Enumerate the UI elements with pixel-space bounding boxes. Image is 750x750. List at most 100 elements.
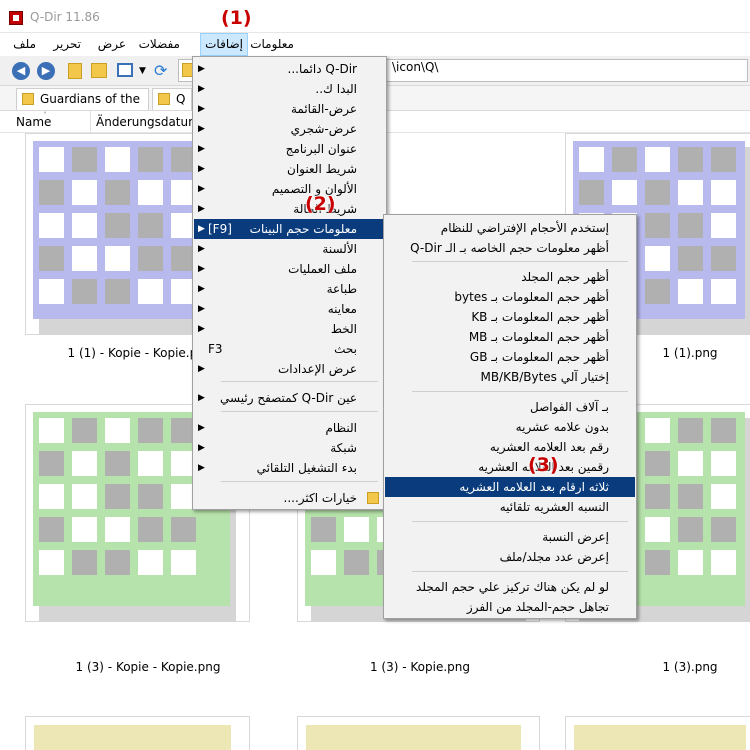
- data-size-menu-item[interactable]: أظهر حجم المعلومات بـ GB: [385, 347, 635, 367]
- menu-item-label: الخط: [330, 322, 357, 336]
- forward-arrow-icon[interactable]: ▶: [37, 62, 55, 80]
- extras-menu-item[interactable]: الألوان و التصميم ▶: [194, 179, 385, 199]
- extras-menu-item[interactable]: عين Q-Dir كمتصفح رئيسي ▶: [194, 388, 385, 408]
- data-size-menu-item[interactable]: تجاهل حجم-المجلد من الفرز: [385, 597, 635, 617]
- data-size-menu-item[interactable]: بدون علامه عشريه: [385, 417, 635, 437]
- thumbnail-cell: [711, 484, 736, 509]
- extras-menu-item[interactable]: النظام ▶: [194, 418, 385, 438]
- menu-edit[interactable]: تحرير: [49, 33, 85, 56]
- thumbnail-image: [574, 725, 746, 750]
- data-size-menu-item[interactable]: إعرض النسبة: [385, 527, 635, 547]
- extras-menu-item[interactable]: البدا ك.. ▶: [194, 79, 385, 99]
- thumbnail-cell: [39, 550, 64, 575]
- data-size-menu-item[interactable]: النسبه العشريه تلقائيه: [385, 497, 635, 517]
- thumbnail-cell: [678, 147, 703, 172]
- extras-menu-item[interactable]: عرض-شجري ▶: [194, 119, 385, 139]
- tab-guardians[interactable]: Guardians of the ...: [16, 88, 149, 126]
- up-folder-icon[interactable]: [68, 63, 82, 79]
- callout-1: (1): [221, 7, 252, 29]
- data-size-menu-item[interactable]: أظهر حجم المعلومات بـ bytes: [385, 287, 635, 307]
- tab-q[interactable]: Q: [152, 88, 192, 110]
- menu-info[interactable]: معلومات: [246, 33, 298, 56]
- menu-item-label: عرض-القائمة: [290, 102, 357, 116]
- menu-extras[interactable]: إضافات: [200, 33, 248, 56]
- extras-menu-item[interactable]: الألسنة ▶: [194, 239, 385, 259]
- submenu-arrow-icon: ▶: [198, 304, 205, 314]
- extras-menu-item[interactable]: شبكة ▶: [194, 438, 385, 458]
- data-size-menu-item[interactable]: إعرض عدد مجلد/ملف: [385, 547, 635, 567]
- extras-menu-item[interactable]: بدء التشغيل التلقائي ▶: [194, 458, 385, 478]
- thumbnail-item[interactable]: [565, 716, 750, 750]
- thumbnail-cell: [311, 517, 336, 542]
- new-folder-icon[interactable]: [91, 63, 107, 78]
- extras-menu-item[interactable]: الخط ▶: [194, 319, 385, 339]
- data-size-menu-item[interactable]: أظهر معلومات حجم الخاصه بـ الـ Q-Dir: [385, 238, 635, 258]
- thumbnail-item[interactable]: [297, 716, 540, 750]
- menu-item-label: أظهر حجم المعلومات بـ MB: [468, 330, 609, 344]
- data-size-menu-item[interactable]: أظهر حجم المعلومات بـ MB: [385, 327, 635, 347]
- thumbnail-item[interactable]: [25, 716, 250, 750]
- extras-menu-item[interactable]: طباعة ▶: [194, 279, 385, 299]
- menu-view[interactable]: عرض: [94, 33, 130, 56]
- data-size-menu-item[interactable]: لو لم يكن هناك تركيز علي حجم المجلد: [385, 577, 635, 597]
- thumbnail-cell: [678, 279, 703, 304]
- thumbnail-cell: [645, 418, 670, 443]
- menu-file[interactable]: ملف: [9, 33, 40, 56]
- extras-menu-item[interactable]: بحث F3: [194, 339, 385, 359]
- extras-menu-item[interactable]: ملف العمليات ▶: [194, 259, 385, 279]
- submenu-arrow-icon: ▶: [198, 204, 205, 214]
- thumbnail-cell: [138, 246, 163, 271]
- extras-menu-item[interactable]: شريط الحالة ▶: [194, 199, 385, 219]
- data-size-menu-item[interactable]: ثلاثه ارقام بعد العلامه العشريه: [385, 477, 635, 497]
- refresh-icon[interactable]: ⟳: [154, 62, 172, 80]
- extras-menu-item[interactable]: عرض-القائمة ▶: [194, 99, 385, 119]
- back-arrow-icon[interactable]: ◀: [12, 62, 30, 80]
- thumbnail-cell: [678, 418, 703, 443]
- callout-3: (3): [528, 454, 559, 476]
- thumbnail-cell: [344, 550, 369, 575]
- menu-item-label: بـ آلاف الفواصل: [530, 400, 609, 414]
- menu-item-label: معلومات حجم البينات: [249, 222, 357, 236]
- menu-item-label: بدون علامه عشريه: [515, 420, 609, 434]
- data-size-menu-item[interactable]: إستخدم الأحجام الإفتراضي للنظام: [385, 218, 635, 238]
- menu-item-label: البدا ك..: [315, 82, 357, 96]
- thumbnail-cell: [711, 180, 736, 205]
- extras-menu-item[interactable]: عرض الإعدادات ▶: [194, 359, 385, 379]
- menu-shortcut: F3: [208, 342, 223, 356]
- extras-menu-item[interactable]: شريط العنوان ▶: [194, 159, 385, 179]
- extras-menu-item[interactable]: Q-Dir دائما... ▶: [194, 59, 385, 79]
- view-grid-icon[interactable]: [117, 63, 133, 77]
- data-size-menu-item[interactable]: أظهر حجم المعلومات بـ KB: [385, 307, 635, 327]
- thumbnail-cell: [72, 451, 97, 476]
- thumbnail-caption: 1 (3).png: [662, 660, 718, 674]
- menu-item-label: إعرض عدد مجلد/ملف: [499, 550, 609, 564]
- app-logo-icon: [9, 11, 23, 25]
- thumbnail-cell: [678, 246, 703, 271]
- data-size-submenu: إستخدم الأحجام الإفتراضي للنظام أظهر معلو…: [383, 214, 637, 619]
- menu-item-label: عين Q-Dir كمتصفح رئيسي: [220, 391, 357, 405]
- submenu-arrow-icon: ▶: [198, 224, 205, 234]
- menu-item-label: عنوان البرنامج: [285, 142, 357, 156]
- menu-bar: معلومات إضافات مفضلات عرض تحرير ملف: [0, 33, 750, 56]
- menu-favorites[interactable]: مفضلات: [135, 33, 184, 56]
- thumbnail-cell: [645, 451, 670, 476]
- data-size-menu-item[interactable]: إختيار آلي MB/KB/Bytes: [385, 367, 635, 387]
- data-size-menu-item[interactable]: بـ آلاف الفواصل: [385, 397, 635, 417]
- menu-item-label: Q-Dir دائما...: [287, 62, 358, 76]
- extras-menu-item[interactable]: عنوان البرنامج ▶: [194, 139, 385, 159]
- thumbnail-caption: 1 (3) - Kopie - Kopie.png: [75, 660, 221, 674]
- column-divider[interactable]: [90, 111, 91, 133]
- address-value[interactable]: \icon\Q\: [392, 60, 438, 74]
- thumbnail-cell: [711, 246, 736, 271]
- menu-separator: [221, 481, 378, 482]
- extras-menu-item[interactable]: معلومات حجم البينات ▶ [F9]: [194, 219, 385, 239]
- data-size-menu-item[interactable]: رقم بعد العلامه العشريه: [385, 437, 635, 457]
- menu-item-label: بدء التشغيل التلقائي: [256, 461, 357, 475]
- data-size-menu-item[interactable]: أظهر حجم المجلد: [385, 267, 635, 287]
- thumbnail-cell: [645, 279, 670, 304]
- extras-menu-item[interactable]: خيارات اكثر....: [194, 488, 385, 508]
- data-size-menu-item[interactable]: رقمين بعد العلامه العشريه: [385, 457, 635, 477]
- extras-menu-item[interactable]: معاينه ▶: [194, 299, 385, 319]
- column-date[interactable]: Änderungsdatum: [96, 115, 200, 129]
- menu-item-label: إختيار آلي MB/KB/Bytes: [480, 370, 609, 384]
